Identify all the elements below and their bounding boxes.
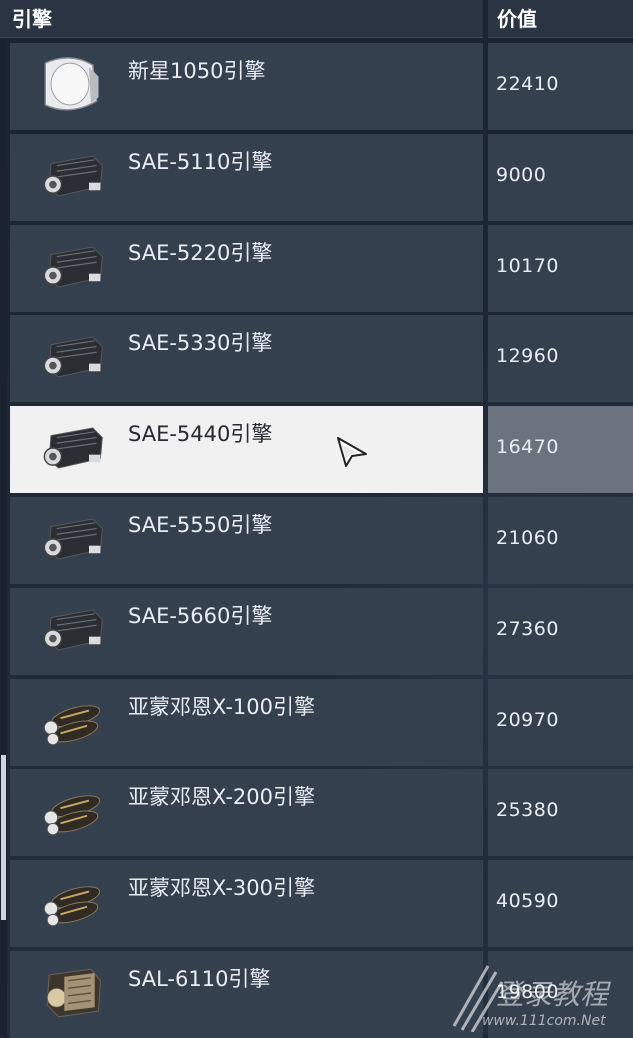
engine-value-cell[interactable]: 40590 (488, 860, 633, 947)
engine-name-cell[interactable]: 新星1050引擎 (10, 43, 483, 130)
engine-value-cell[interactable]: 9000 (488, 134, 633, 221)
engine-name-cell[interactable]: 亚蒙邓恩X-200引擎 (10, 769, 483, 856)
dark-block-engine-icon (43, 155, 103, 197)
column-header-value[interactable]: 价值 (488, 0, 633, 38)
engine-name: 亚蒙邓恩X-200引擎 (128, 785, 315, 809)
engine-name: 新星1050引擎 (128, 59, 266, 83)
engine-row[interactable]: 亚蒙邓恩X-200引擎 25380 (0, 769, 633, 856)
dark-block-engine-icon (43, 336, 103, 378)
list-header: 引擎 价值 (0, 0, 633, 40)
engine-name-cell[interactable]: SAE-5220引擎 (10, 225, 483, 312)
engine-value-cell[interactable]: 12960 (488, 315, 633, 402)
twin-thruster-engine-icon (43, 795, 101, 836)
twin-thruster-engine-icon (43, 886, 101, 927)
engine-value-cell[interactable]: 22410 (488, 43, 633, 130)
engine-row[interactable]: SAE-5330引擎 12960 (0, 315, 633, 402)
column-header-engine[interactable]: 引擎 (0, 0, 483, 38)
engine-name-cell[interactable]: SAE-5660引擎 (10, 588, 483, 675)
engine-name: SAE-5330引擎 (128, 331, 273, 355)
engine-value-cell[interactable]: 20970 (488, 679, 633, 766)
twin-thruster-engine-icon (43, 705, 101, 746)
engine-value: 10170 (496, 255, 559, 277)
engine-name-cell[interactable]: SAE-5550引擎 (10, 497, 483, 584)
engine-row[interactable]: SAE-5110引擎 9000 (0, 134, 633, 221)
engine-value: 40590 (496, 890, 559, 912)
dark-block-engine-icon (43, 609, 103, 651)
engine-name: SAE-5550引擎 (128, 513, 273, 537)
engine-name: SAE-5220引擎 (128, 241, 273, 265)
engine-name-cell[interactable]: SAE-5440引擎 (10, 406, 483, 493)
engine-value-cell[interactable]: 27360 (488, 588, 633, 675)
engine-name: SAE-5660引擎 (128, 604, 273, 628)
engine-value-cell[interactable]: 16470 (488, 406, 633, 493)
watermark-url: www.111com.Net (482, 1013, 606, 1029)
engine-value: 25380 (496, 799, 559, 821)
engine-name-cell[interactable]: 亚蒙邓恩X-100引擎 (10, 679, 483, 766)
engine-name: SAL-6110引擎 (128, 967, 271, 991)
engine-value: 27360 (496, 618, 559, 640)
engine-name: SAE-5110引擎 (128, 150, 273, 174)
engine-name-cell[interactable]: SAE-5330引擎 (10, 315, 483, 402)
engine-value: 20970 (496, 709, 559, 731)
engine-value: 22410 (496, 73, 559, 95)
engine-row[interactable]: 亚蒙邓恩X-300引擎 40590 (0, 860, 633, 947)
engine-value: 16470 (496, 436, 559, 458)
mouse-cursor-icon (337, 437, 367, 467)
watermark-brand: 登录教程 (496, 978, 609, 1011)
engine-name-cell[interactable]: 亚蒙邓恩X-300引擎 (10, 860, 483, 947)
engine-name: SAE-5440引擎 (128, 422, 273, 446)
engine-row[interactable]: SAE-5660引擎 27360 (0, 588, 633, 675)
engine-row[interactable]: SAE-5550引擎 21060 (0, 497, 633, 584)
engine-name-cell[interactable]: SAL-6110引擎 (10, 951, 483, 1038)
dark-block-engine-icon (43, 246, 103, 288)
engine-name: 亚蒙邓恩X-100引擎 (128, 695, 315, 719)
engine-row[interactable]: SAE-5220引擎 10170 (0, 225, 633, 312)
engine-value-cell[interactable]: 25380 (488, 769, 633, 856)
engine-value: 12960 (496, 345, 559, 367)
engine-row[interactable]: SAE-5440引擎 16470 (0, 406, 633, 493)
engine-value: 9000 (496, 164, 547, 186)
engine-value-cell[interactable]: 21060 (488, 497, 633, 584)
engine-row[interactable]: 亚蒙邓恩X-100引擎 20970 (0, 679, 633, 766)
white-pod-engine-icon (44, 57, 99, 111)
dark-block-engine-icon (43, 518, 103, 560)
dark-block-engine-icon (43, 427, 103, 469)
engine-name: 亚蒙邓恩X-300引擎 (128, 876, 315, 900)
engine-name-cell[interactable]: SAE-5110引擎 (10, 134, 483, 221)
tan-block-engine-icon (46, 968, 101, 1018)
engine-row[interactable]: 新星1050引擎 22410 (0, 43, 633, 130)
engine-value-cell[interactable]: 10170 (488, 225, 633, 312)
engine-value: 21060 (496, 527, 559, 549)
